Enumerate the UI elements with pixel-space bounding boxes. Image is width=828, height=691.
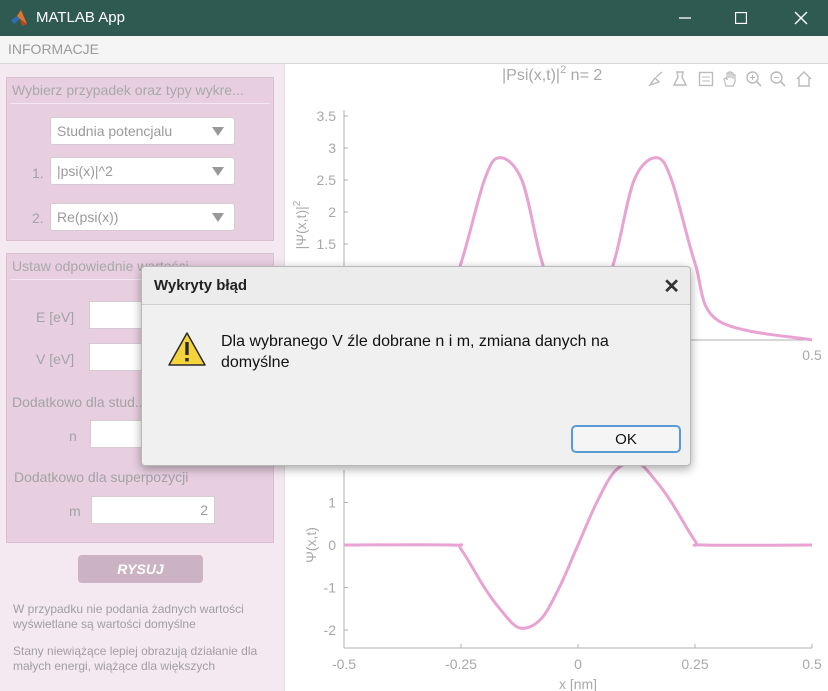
brush-icon[interactable] bbox=[646, 68, 666, 90]
home-icon[interactable] bbox=[794, 68, 814, 90]
y-tick-label: 1.5 bbox=[317, 236, 337, 252]
x-tick-label: 0.5 bbox=[802, 656, 822, 672]
y-tick-label: 3.5 bbox=[317, 108, 337, 124]
x-tick-label: -0.25 bbox=[445, 656, 477, 672]
y-tick-label: 2 bbox=[328, 204, 336, 220]
y-tick-label: 3 bbox=[328, 140, 336, 156]
x-tick-label: -0.5 bbox=[332, 656, 356, 672]
x-axis-label: x [nm] bbox=[559, 676, 597, 691]
dialog-close-icon[interactable]: ✕ bbox=[663, 274, 680, 299]
zoom-in-icon[interactable] bbox=[744, 68, 764, 90]
x-tick-label: 0.5 bbox=[802, 347, 822, 363]
dialog-header: Wykryty błąd ✕ bbox=[142, 267, 690, 305]
y-axis-label-sup: 2 bbox=[292, 200, 303, 206]
y-tick-label: -1 bbox=[324, 580, 337, 596]
zoom-out-icon[interactable] bbox=[768, 68, 788, 90]
warning-icon bbox=[168, 332, 206, 366]
wavefunction-chart: 1 0 -1 -2 -0.5 -0.25 0 0.25 0.5 x [nm] Ψ(x,t) bbox=[303, 460, 822, 691]
dialog-message: Dla wybranego V źle dobrane n i m, zmian… bbox=[221, 333, 609, 371]
y-axis-label: |Ψ(x,t)|2 bbox=[292, 200, 309, 249]
error-dialog: Wykryty błąd ✕ Dla wybranego V źle dobra… bbox=[141, 266, 691, 466]
chart-title-rest: n= 2 bbox=[566, 67, 602, 84]
x-tick-label: 0 bbox=[574, 656, 582, 672]
data-tip-icon[interactable] bbox=[670, 68, 690, 90]
chart-title: |Psi(x,t)|2 n= 2 bbox=[502, 64, 602, 84]
pan-icon[interactable] bbox=[720, 68, 740, 90]
dialog-title: Wykryty błąd bbox=[154, 277, 248, 294]
y-tick-label: 2.5 bbox=[317, 172, 337, 188]
y-axis-label: Ψ(x,t) bbox=[303, 527, 319, 563]
x-tick-label: 0.25 bbox=[681, 656, 708, 672]
y-tick-label: 1 bbox=[328, 495, 336, 511]
y-tick-label: -2 bbox=[324, 622, 337, 638]
ok-button[interactable]: OK bbox=[571, 425, 681, 453]
series-line bbox=[343, 460, 813, 630]
legend-icon[interactable] bbox=[696, 68, 716, 90]
y-tick-label: 0 bbox=[328, 537, 336, 553]
